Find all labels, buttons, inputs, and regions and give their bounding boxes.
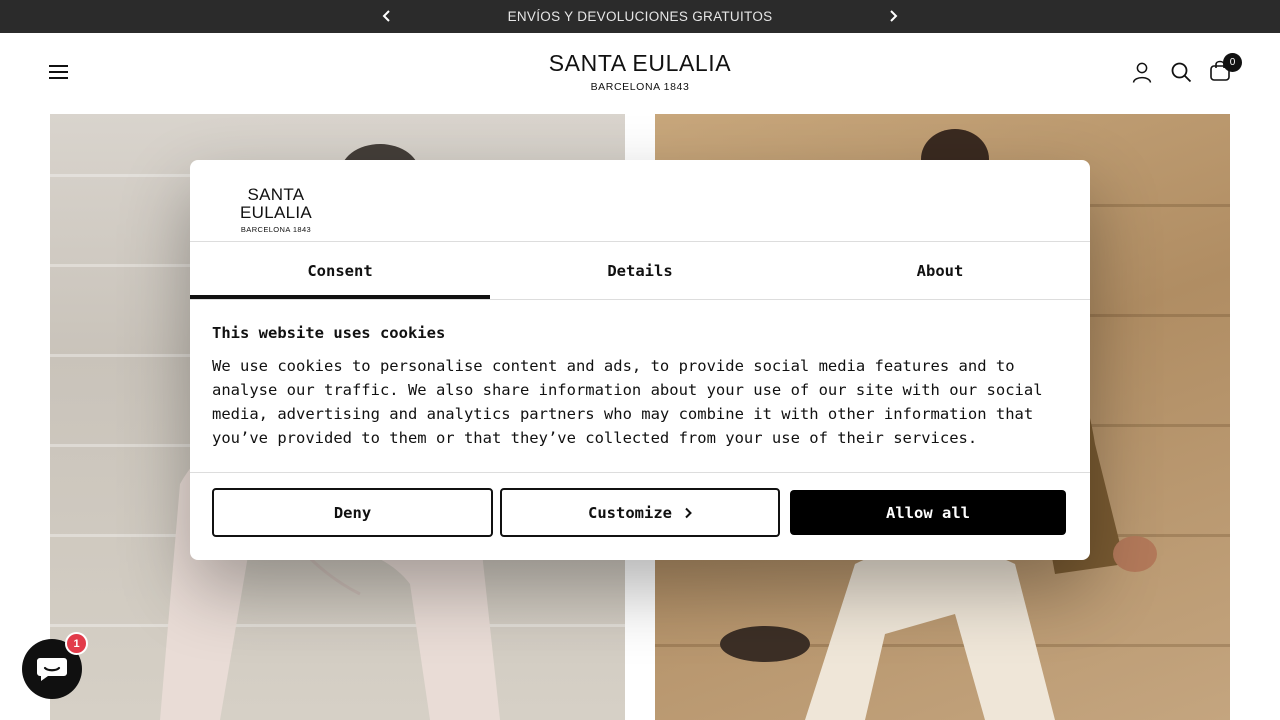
dialog-logo-tagline: BARCELONA 1843 xyxy=(240,225,312,234)
body-line: analyse our traffic. We also share infor… xyxy=(212,381,1043,399)
allow-all-button[interactable]: Allow all xyxy=(790,490,1066,535)
body-line: media, advertising and analytics partner… xyxy=(212,405,1034,423)
tab-about[interactable]: About xyxy=(790,242,1090,299)
dialog-logo-wordmark: SANTA EULALIA xyxy=(239,185,313,222)
menu-button[interactable] xyxy=(48,63,70,81)
announcement-next-button[interactable] xyxy=(883,6,903,26)
announcement-text: ENVÍOS Y DEVOLUCIONES GRATUITOS xyxy=(507,9,773,24)
body-line: We use cookies to personalise content an… xyxy=(212,357,1015,375)
hamburger-line xyxy=(49,71,68,73)
chat-bubble-icon xyxy=(37,658,67,681)
dialog-heading: This website uses cookies xyxy=(212,324,446,342)
deny-button[interactable]: Deny xyxy=(212,488,493,537)
cookie-consent-dialog: SANTA EULALIA BARCELONA 1843 Consent Det… xyxy=(190,160,1090,560)
tab-consent[interactable]: Consent xyxy=(190,242,490,299)
hamburger-menu-icon xyxy=(49,65,68,67)
cart-count-badge: 0 xyxy=(1223,53,1242,72)
body-line: you’ve provided to them or that they’ve … xyxy=(212,429,978,447)
logo-tagline: BARCELONA 1843 xyxy=(590,81,690,93)
user-icon xyxy=(1132,62,1152,83)
allow-all-button-label: Allow all xyxy=(886,503,970,522)
account-button[interactable] xyxy=(1131,61,1153,85)
announcement-bar: ENVÍOS Y DEVOLUCIONES GRATUITOS xyxy=(0,0,1280,33)
chevron-right-icon xyxy=(685,507,692,518)
site-logo[interactable]: SANTA EULALIA BARCELONA 1843 xyxy=(520,49,760,93)
search-icon xyxy=(1171,62,1192,83)
dialog-logo: SANTA EULALIA BARCELONA 1843 xyxy=(212,185,340,235)
customize-button[interactable]: Customize xyxy=(500,488,780,537)
site-header: SANTA EULALIA BARCELONA 1843 xyxy=(0,33,1280,114)
logo-wordmark: SANTA EULALIA xyxy=(548,50,732,76)
hamburger-line xyxy=(49,77,68,79)
chat-notification-badge: 1 xyxy=(65,632,88,655)
customize-button-label: Customize xyxy=(588,503,672,522)
dialog-divider xyxy=(190,472,1090,473)
tab-details[interactable]: Details xyxy=(490,242,790,299)
search-button[interactable] xyxy=(1170,61,1192,85)
dialog-body-text: We use cookies to personalise content an… xyxy=(212,354,1072,450)
deny-button-label: Deny xyxy=(333,503,372,522)
dialog-divider xyxy=(190,299,1090,300)
chevron-right-icon xyxy=(890,10,898,22)
